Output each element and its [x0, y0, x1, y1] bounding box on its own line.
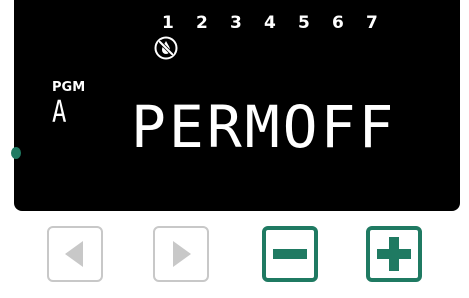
minus-button[interactable] — [262, 226, 318, 282]
day-number-5: 5 — [298, 13, 310, 33]
no-water-drop-icon — [154, 36, 178, 60]
arrow-left-icon — [65, 241, 83, 267]
program-letter: A — [52, 95, 67, 130]
right-button[interactable] — [153, 226, 209, 282]
day-number-1: 1 — [162, 13, 174, 33]
day-number-4: 4 — [264, 13, 276, 33]
arrow-right-icon — [173, 241, 191, 267]
lcd-display: 1 2 3 4 5 6 7 PGM A PERMOFF — [11, 0, 460, 211]
left-button[interactable] — [47, 226, 103, 282]
status-text: PERMOFF — [131, 93, 397, 161]
plus-icon — [377, 237, 411, 271]
day-number-7: 7 — [366, 13, 378, 33]
day-number-6: 6 — [332, 13, 344, 33]
indicator-dot — [11, 147, 21, 159]
minus-icon — [273, 249, 307, 259]
day-number-2: 2 — [196, 13, 208, 33]
day-number-3: 3 — [230, 13, 242, 33]
program-label: PGM — [52, 80, 86, 95]
plus-button[interactable] — [366, 226, 422, 282]
